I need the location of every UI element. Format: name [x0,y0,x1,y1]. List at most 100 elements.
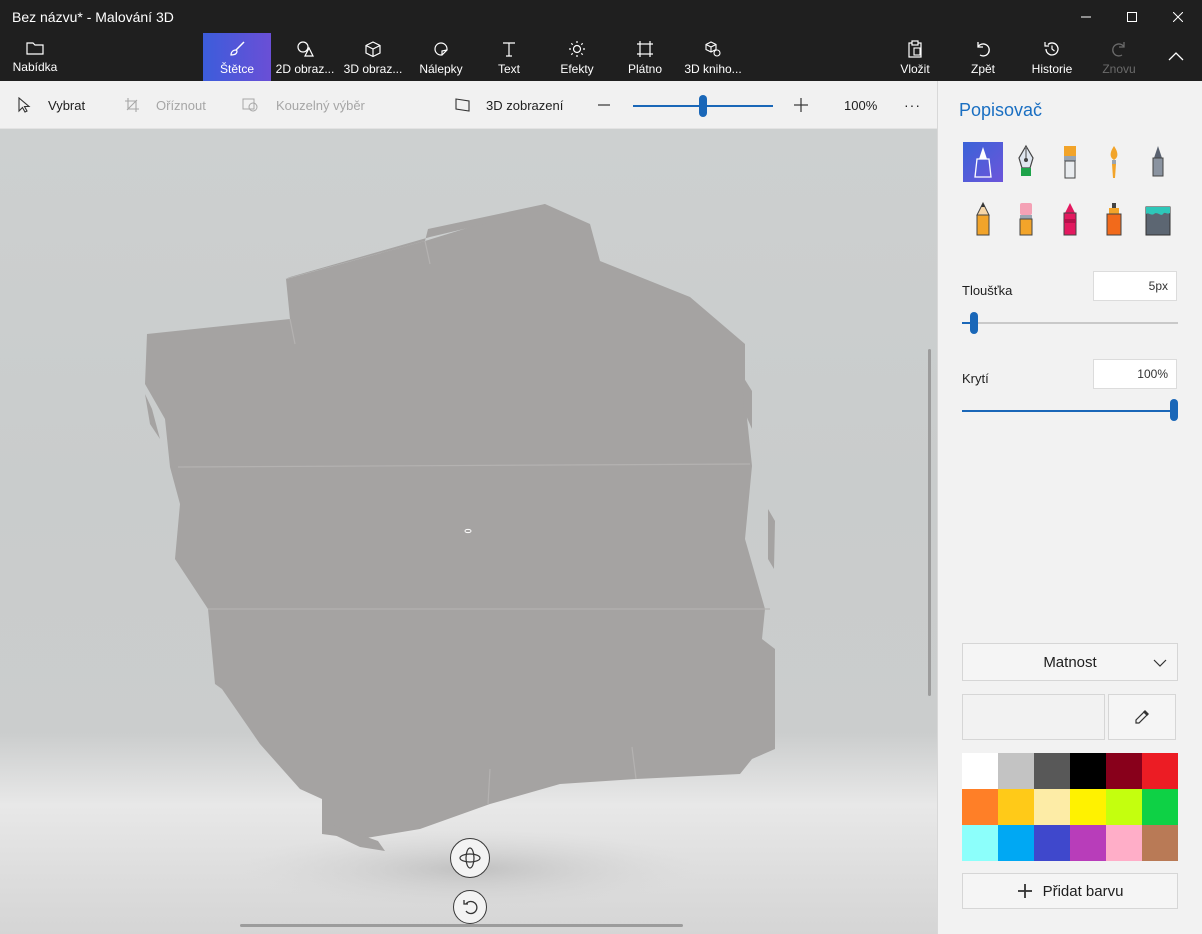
brush-calligraphy-pen[interactable] [1006,142,1046,182]
calligraphy-pen-icon [1018,144,1034,176]
collapse-ribbon-button[interactable] [1156,33,1196,81]
tab-text[interactable]: Text [475,33,543,81]
brush-spray-can[interactable] [1094,199,1134,239]
current-color-swatch[interactable] [962,694,1105,740]
redo-icon [1112,42,1125,57]
close-button[interactable] [1155,0,1201,33]
opacity-input[interactable]: 100% [1093,359,1177,389]
library-3d-icon [705,41,721,57]
opacity-slider-thumb[interactable] [1170,399,1178,421]
color-swatch[interactable] [962,825,998,861]
tab-brushes[interactable]: Štětce [203,33,271,81]
minus-icon [598,104,610,106]
opacity-slider-track[interactable] [962,410,1178,412]
color-swatch[interactable] [1034,753,1070,789]
zoom-out-button[interactable] [596,81,612,129]
menu-button[interactable]: Nabídka [0,33,70,81]
color-swatch[interactable] [998,753,1034,789]
thickness-slider-track[interactable] [962,322,1178,324]
tab-effects[interactable]: Efekty [543,33,611,81]
vertical-scrollbar[interactable] [928,349,931,696]
canvas-area[interactable] [0,129,937,934]
color-swatch[interactable] [1070,789,1106,825]
brush-crayon[interactable] [1050,199,1090,239]
color-swatch[interactable] [1034,825,1070,861]
zoom-in-button[interactable] [792,81,810,129]
brush-oil[interactable] [1050,142,1090,182]
more-options-button[interactable]: ··· [904,81,921,129]
oil-brush-icon [1064,146,1076,179]
history-button[interactable]: Historie [1024,33,1080,81]
tab-stickers[interactable]: Nálepky [407,33,475,81]
color-swatch[interactable] [1034,789,1070,825]
crop-icon [125,98,139,112]
watercolor-icon [1110,146,1118,178]
magic-select-button[interactable]: Kouzelný výběr [242,81,365,129]
crayon-icon [1063,203,1077,236]
undo-button[interactable]: Zpět [956,33,1010,81]
color-swatch[interactable] [1106,753,1142,789]
magic-select-icon [242,98,258,112]
eraser-icon [1019,203,1033,236]
brush-pixel-pen[interactable] [1138,142,1178,182]
color-swatch[interactable] [1070,825,1106,861]
sticker-icon [434,42,448,56]
zoom-value[interactable]: 100% [844,81,877,129]
eyedropper-button[interactable] [1108,694,1176,740]
select-tool-button[interactable]: Vybrat [16,81,85,129]
brush-watercolor[interactable] [1094,142,1134,182]
color-swatch[interactable] [962,789,998,825]
cube-3d-icon [365,41,381,58]
brush-eraser[interactable] [1006,199,1046,239]
add-color-button[interactable]: Přidat barvu [962,873,1178,909]
text-icon [503,42,515,57]
tab-label: Plátno [627,62,663,76]
color-swatch[interactable] [1106,825,1142,861]
thickness-label: Tloušťka [962,283,1013,298]
paste-button[interactable]: Vložit [888,33,942,81]
color-swatch[interactable] [1142,753,1178,789]
opacity-label: Krytí [962,371,989,386]
maximize-button[interactable] [1109,0,1155,33]
brush-fill[interactable] [1138,199,1178,239]
redo-button[interactable]: Znovu [1092,33,1146,81]
select-arrow-icon [18,97,31,113]
view-3d-icon [455,98,470,112]
minimize-button[interactable] [1063,0,1109,33]
redo-label: Znovu [1102,62,1136,76]
tab-3d-library[interactable]: 3D kniho... [679,33,747,81]
view-3d-button[interactable]: 3D zobrazení [454,81,563,129]
color-swatch[interactable] [1142,789,1178,825]
color-swatch[interactable] [962,753,998,789]
finish-dropdown[interactable]: Matnost [962,643,1178,681]
undo-icon [977,42,990,57]
color-swatch[interactable] [1106,789,1142,825]
brush-marker[interactable] [963,142,1003,182]
horizontal-scrollbar[interactable] [240,924,683,927]
rotate-3d-button[interactable] [450,838,490,878]
tab-canvas[interactable]: Plátno [611,33,679,81]
tab-3d-shapes[interactable]: 3D obraz... [339,33,407,81]
add-color-label: Přidat barvu [1042,882,1124,900]
history-label: Historie [1031,62,1073,76]
color-swatch[interactable] [998,789,1034,825]
brush-pencil[interactable] [963,199,1003,239]
zoom-slider-thumb[interactable] [699,95,707,117]
color-swatch[interactable] [1142,825,1178,861]
window-title: Bez názvu* - Malování 3D [12,9,174,25]
thickness-input[interactable]: 5px [1093,271,1177,301]
panel-title: Popisovač [959,100,1043,120]
shapes-2d-icon [297,41,314,57]
thickness-slider-thumb[interactable] [970,312,978,334]
tab-2d-shapes[interactable]: 2D obraz... [271,33,339,81]
color-swatch[interactable] [998,825,1034,861]
drawing-3d-object[interactable] [0,129,937,934]
undo-label: Zpět [970,62,995,76]
reset-view-button[interactable] [453,890,487,924]
crop-button[interactable]: Oříznout [124,81,206,129]
view-3d-label: 3D zobrazení [486,97,564,113]
brush-icon [230,41,245,56]
tab-label: Štětce [219,62,255,76]
canvas-toolbar: Vybrat Oříznout Kouzelný výběr 3D zobraz… [0,81,937,129]
color-swatch[interactable] [1070,753,1106,789]
